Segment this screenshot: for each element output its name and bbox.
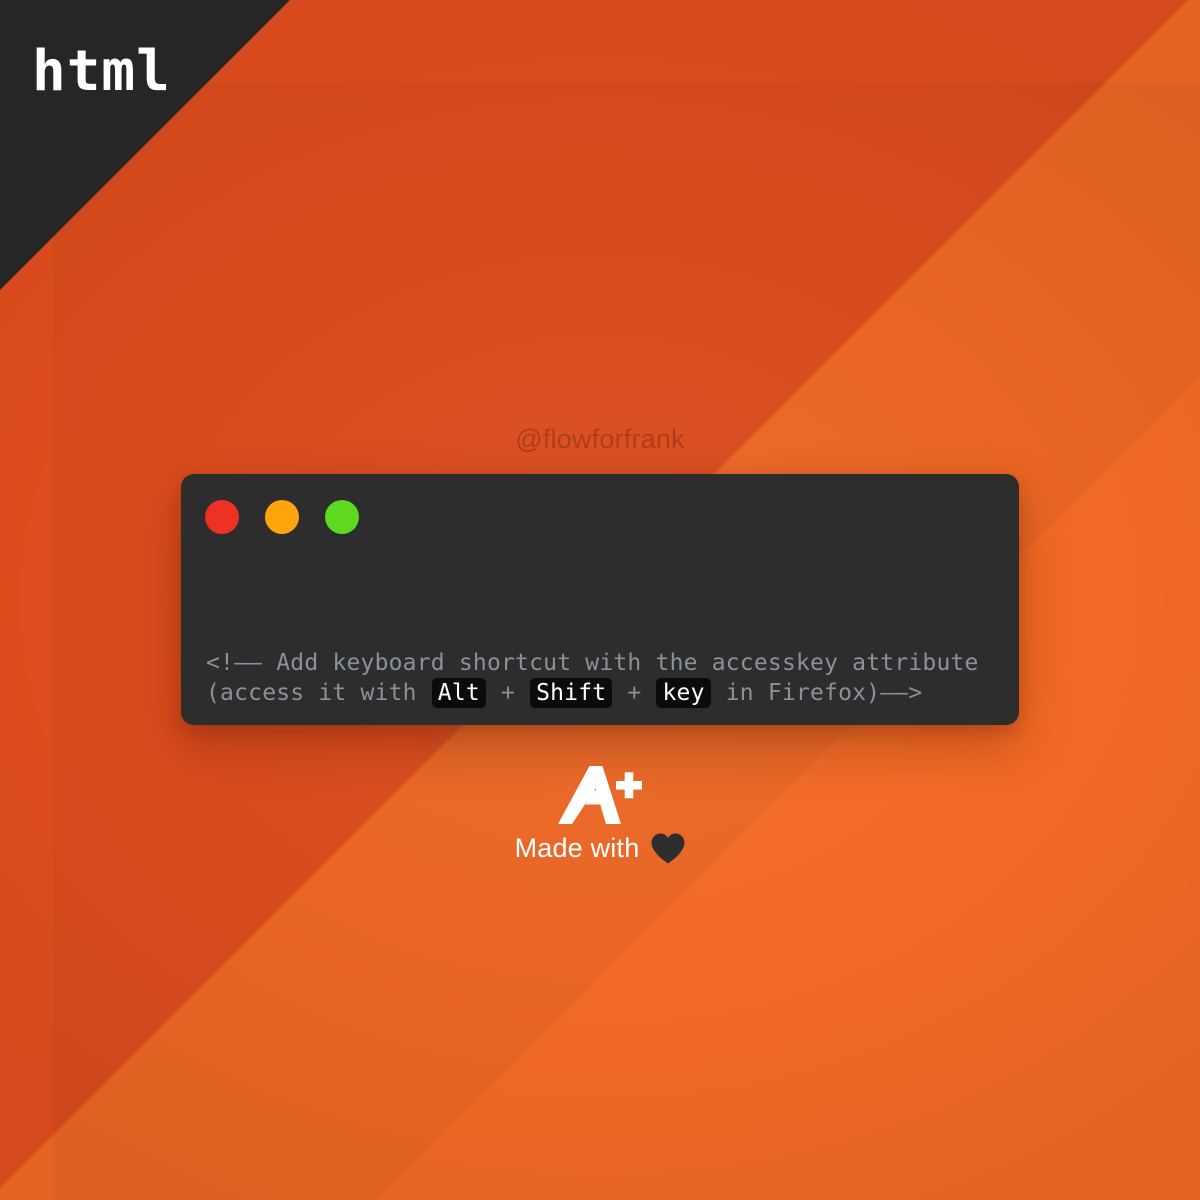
kbd-separator-2: + <box>613 680 656 706</box>
comment-close-token: ——> <box>880 680 923 706</box>
comment-open-token: <!—— <box>206 650 263 676</box>
heart-icon <box>651 833 685 864</box>
kbd-shift: Shift <box>530 678 613 708</box>
corner-ribbon-label: html <box>32 39 171 104</box>
window-minimize-dot[interactable] <box>265 500 299 534</box>
window-maximize-dot[interactable] <box>325 500 359 534</box>
comment-line2-prefix: (access it with <box>206 680 431 706</box>
brand-tagline-text: Made with <box>514 833 640 863</box>
poster-canvas: html @flowforfrank <!—— Add keyboard sho… <box>0 0 1200 1200</box>
code-window: <!—— Add keyboard shortcut with the acce… <box>181 474 1019 725</box>
kbd-alt: Alt <box>431 678 486 708</box>
watermark-handle: @flowforfrank <box>515 424 685 454</box>
kbd-key: key <box>656 678 711 708</box>
window-controls <box>205 500 359 534</box>
a-plus-logo-icon <box>558 766 642 824</box>
brand-tagline: Made with <box>0 833 1200 864</box>
brand-block: Made with <box>0 766 1200 864</box>
window-close-dot[interactable] <box>205 500 239 534</box>
comment-line2-suffix: in Firefox) <box>711 680 881 706</box>
kbd-separator-1: + <box>486 680 530 706</box>
code-content: <!—— Add keyboard shortcut with the acce… <box>206 558 1001 725</box>
comment-line1-text: Add keyboard shortcut with the accesskey… <box>262 650 979 676</box>
code-comment: <!—— Add keyboard shortcut with the acce… <box>206 648 1001 708</box>
